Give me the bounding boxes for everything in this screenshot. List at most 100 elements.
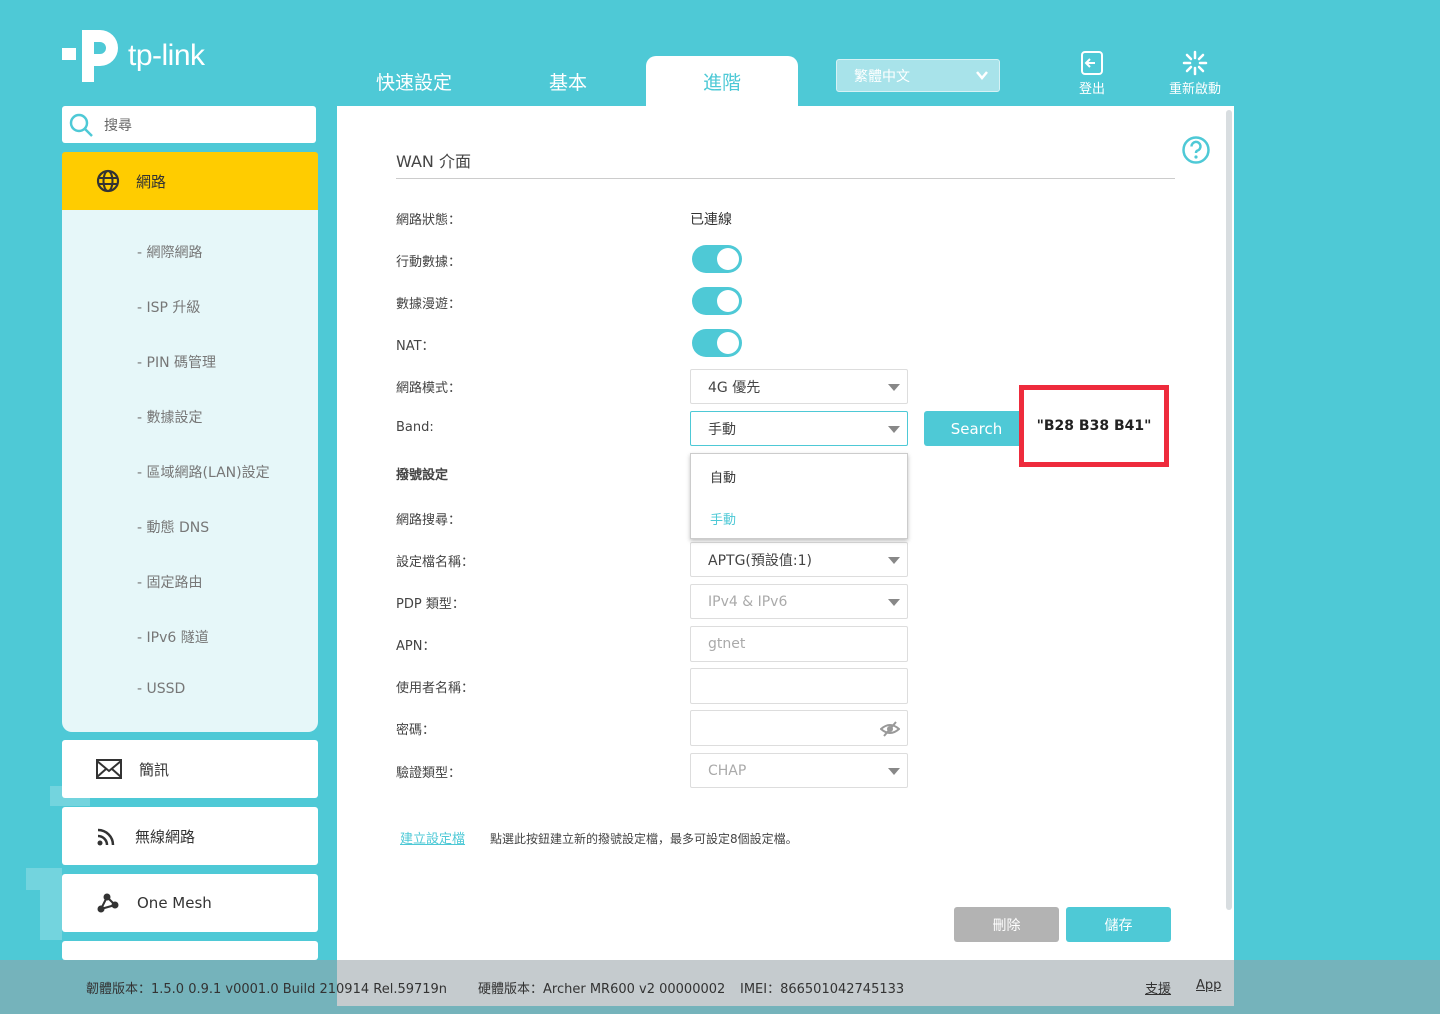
band-option-manual[interactable]: 手動 (710, 509, 736, 528)
subnav-static-routing[interactable]: - 固定路由 (137, 572, 203, 592)
search-placeholder: 搜尋 (104, 117, 132, 134)
roaming-toggle[interactable] (692, 287, 742, 315)
search-icon (69, 113, 93, 137)
username-label: 使用者名稱： (396, 681, 475, 696)
panel-scrollbar[interactable] (1226, 110, 1232, 910)
band-label: Band: (396, 420, 434, 435)
profile-select[interactable]: APTG(預設值:1) (690, 542, 908, 577)
password-input (690, 710, 908, 746)
net-status-value: 已連線 (690, 212, 732, 228)
firmware-version: 韌體版本：1.5.0 0.9.1 v0001.0 Build 210914 Re… (86, 982, 448, 997)
roaming-label: 數據漫遊： (396, 297, 462, 312)
logout-icon (1081, 51, 1103, 75)
profile-label: 設定檔名稱： (396, 555, 475, 570)
create-profile-link[interactable]: 建立設定檔 (400, 828, 465, 847)
sidebar-item-label: 簡訊 (139, 760, 170, 779)
background-shape (26, 868, 62, 890)
dropdown-arrow-icon (888, 768, 900, 775)
eye-off-icon[interactable] (880, 720, 900, 738)
net-mode-label: 網路模式： (396, 381, 462, 396)
sidebar-item-wireless[interactable]: 無線網路 (62, 807, 318, 865)
sidebar-item-label: 網路 (136, 172, 167, 191)
support-link[interactable]: 支援 (1145, 978, 1171, 997)
band-annotation: "B28 B38 B41" (1019, 385, 1169, 467)
password-label: 密碼： (396, 723, 436, 738)
auth-label: 驗證類型： (396, 766, 462, 781)
subnav-ussd[interactable]: - USSD (137, 681, 185, 697)
band-select[interactable]: 手動 (690, 411, 908, 446)
background-shape (40, 890, 62, 940)
band-dropdown-menu: 自動 手動 (690, 453, 908, 539)
subnav-internet[interactable]: - 網際網路 (137, 242, 203, 262)
sidebar-item-label: One Mesh (137, 894, 212, 912)
nat-label: NAT： (396, 339, 435, 354)
create-profile-description: 點選此按鈕建立新的撥號設定檔，最多可設定8個設定檔。 (490, 832, 798, 846)
network-submenu: - 網際網路 - ISP 升級 - PIN 碼管理 - 數據設定 - 區域網路(… (62, 210, 318, 732)
username-input (690, 668, 908, 704)
hardware-version: 硬體版本：Archer MR600 v2 00000002 (478, 982, 726, 997)
subnav-isp-upgrade[interactable]: - ISP 升級 (137, 297, 200, 317)
apn-value: gtnet (708, 636, 746, 652)
mobile-data-label: 行動數據： (396, 255, 462, 270)
reboot-label: 重新啟動 (1168, 82, 1221, 97)
net-mode-value: 4G 優先 (708, 379, 761, 396)
apn-label: APN： (396, 639, 436, 654)
band-value: 手動 (708, 421, 736, 438)
tab-label: 快速設定 (375, 71, 452, 94)
tp-link-logo: tp-link (60, 26, 205, 86)
logout-button[interactable]: 登出 (1074, 50, 1110, 97)
tab-quick-setup[interactable]: 快速設定 (338, 56, 490, 106)
tab-basic[interactable]: 基本 (492, 56, 644, 106)
auth-select: CHAP (690, 753, 908, 788)
app-link[interactable]: App (1196, 978, 1221, 993)
section-divider (396, 178, 1175, 179)
nat-toggle[interactable] (692, 329, 742, 357)
dropdown-arrow-icon (888, 557, 900, 564)
subnav-lan-settings[interactable]: - 區域網路(LAN)設定 (137, 462, 270, 482)
sidebar-item-label: 無線網路 (135, 827, 196, 846)
subnav-pin-management[interactable]: - PIN 碼管理 (137, 352, 216, 372)
sidebar-item-more[interactable] (62, 941, 318, 960)
sidebar-item-network[interactable]: 網路 (62, 152, 318, 210)
net-mode-select[interactable]: 4G 優先 (690, 369, 908, 404)
imei: IMEI：866501042745133 (740, 982, 905, 997)
auth-value: CHAP (708, 762, 747, 779)
band-annotation-text: "B28 B38 B41" (1036, 418, 1152, 434)
sidebar-item-onemesh[interactable]: One Mesh (62, 874, 318, 932)
reboot-button[interactable]: 重新啟動 (1164, 50, 1226, 97)
brand-name: tp-link (128, 39, 205, 72)
globe-icon (96, 169, 120, 193)
subnav-data-settings[interactable]: - 數據設定 (137, 407, 203, 427)
wifi-icon (97, 828, 115, 846)
tp-link-logo-icon (62, 30, 118, 82)
envelope-icon (96, 759, 122, 779)
sidebar-search-input[interactable]: 搜尋 (62, 106, 316, 143)
tab-label: 進階 (702, 71, 741, 94)
help-icon[interactable] (1181, 135, 1211, 165)
dropdown-arrow-icon (888, 599, 900, 606)
chevron-down-icon (976, 71, 988, 80)
logout-label: 登出 (1078, 82, 1105, 97)
apn-input: gtnet (690, 626, 908, 662)
net-search-label: 網路搜尋： (396, 513, 462, 528)
profile-value: APTG(預設值:1) (708, 552, 812, 569)
pdp-label: PDP 類型： (396, 597, 465, 612)
section-title: WAN 介面 (396, 152, 471, 171)
subnav-dynamic-dns[interactable]: - 動態 DNS (137, 517, 209, 537)
mobile-data-toggle[interactable] (692, 245, 742, 273)
tab-advanced[interactable]: 進階 (646, 56, 798, 106)
subnav-ipv6-tunnel[interactable]: - IPv6 隧道 (137, 627, 209, 647)
save-button[interactable]: 儲存 (1066, 907, 1171, 942)
reboot-icon (1182, 50, 1208, 76)
dropdown-arrow-icon (888, 384, 900, 391)
mesh-icon (97, 893, 119, 913)
delete-button[interactable]: 刪除 (954, 907, 1059, 942)
pdp-select: IPv4 & IPv6 (690, 584, 908, 619)
band-search-button[interactable]: Search (924, 411, 1029, 446)
language-value: 繁體中文 (854, 68, 910, 85)
pdp-value: IPv4 & IPv6 (708, 593, 788, 610)
band-option-auto[interactable]: 自動 (710, 467, 736, 486)
language-select[interactable]: 繁體中文 (836, 59, 1000, 92)
net-status-label: 網路狀態： (396, 213, 462, 228)
sidebar-item-sms[interactable]: 簡訊 (62, 740, 318, 798)
